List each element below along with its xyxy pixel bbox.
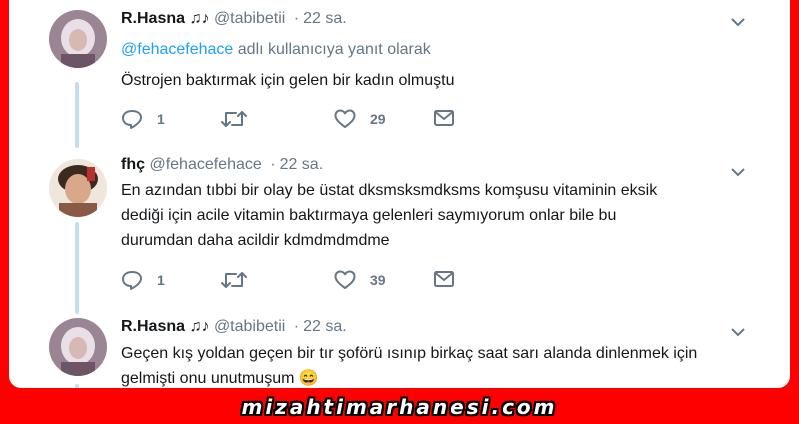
tweet-header: R.Hasna ♫♪ @tabibetii · 22 sa. bbox=[121, 318, 347, 336]
tweet[interactable]: R.Hasna ♫♪ @tabibetii · 22 sa. @fehacefeh… bbox=[9, 10, 790, 140]
chevron-down-icon[interactable] bbox=[731, 14, 745, 27]
tweet-text-line: dediği için acile vitamin baktırmaya gel… bbox=[121, 207, 617, 224]
reply-context-text: adlı kullanıcıya yanıt olarak bbox=[233, 41, 431, 58]
reply-button[interactable]: 1 bbox=[121, 270, 165, 290]
watermark-text: mizahtimarhanesi.com bbox=[241, 395, 558, 419]
name-suffix: ♫♪ bbox=[189, 10, 210, 27]
direct-message-button[interactable] bbox=[433, 270, 455, 288]
display-name[interactable]: R.Hasna bbox=[121, 10, 185, 27]
separator: · bbox=[293, 318, 300, 335]
tweet-text: Geçen kış yoldan geçen bir tır şoförü ıs… bbox=[121, 341, 781, 388]
reply-icon bbox=[122, 271, 142, 290]
timestamp[interactable]: 22 sa. bbox=[280, 156, 324, 173]
tweet-text-line: Geçen kış yoldan geçen bir tır şoförü ıs… bbox=[121, 345, 698, 362]
avatar[interactable] bbox=[49, 318, 107, 376]
reply-count: 1 bbox=[157, 111, 165, 127]
like-count: 29 bbox=[370, 111, 386, 127]
message-icon bbox=[434, 271, 454, 287]
display-name[interactable]: R.Hasna bbox=[121, 318, 185, 335]
retweet-button[interactable] bbox=[221, 109, 247, 129]
avatar[interactable] bbox=[49, 159, 107, 217]
reply-context: @fehacefehace adlı kullanıcıya yanıt ola… bbox=[121, 41, 431, 59]
message-icon bbox=[434, 110, 454, 126]
tweet-text-line: En azından tıbbi bir olay be üstat dksms… bbox=[121, 182, 658, 199]
handle[interactable]: @tabibetii bbox=[214, 318, 285, 335]
timestamp[interactable]: 22 sa. bbox=[303, 10, 347, 27]
like-button[interactable]: 29 bbox=[334, 109, 386, 129]
name-suffix: ♫♪ bbox=[189, 318, 210, 335]
direct-message-button[interactable] bbox=[433, 109, 455, 127]
timestamp[interactable]: 22 sa. bbox=[303, 318, 347, 335]
tweet-text-line: durumdan daha acildir kdmdmdmdme bbox=[121, 232, 390, 249]
separator: · bbox=[293, 10, 300, 27]
tweet[interactable]: fhç @fehacefehace · 22 sa. En azından tıb… bbox=[9, 156, 790, 306]
reply-mention-link[interactable]: @fehacefehace bbox=[121, 41, 233, 58]
like-button[interactable]: 39 bbox=[334, 270, 386, 290]
tweet-text: Östrojen baktırmak için gelen bir kadın … bbox=[121, 68, 761, 93]
chevron-down-icon[interactable] bbox=[731, 324, 745, 337]
watermark-banner: mizahtimarhanesi.com bbox=[0, 390, 799, 421]
tweet[interactable]: R.Hasna ♫♪ @tabibetii · 22 sa. Geçen kış … bbox=[9, 318, 790, 388]
tweet-thread-card: R.Hasna ♫♪ @tabibetii · 22 sa. @fehacefeh… bbox=[9, 0, 790, 388]
reply-icon bbox=[122, 110, 142, 129]
tweet-text: En azından tıbbi bir olay be üstat dksms… bbox=[121, 178, 761, 253]
like-count: 39 bbox=[370, 272, 386, 288]
retweet-icon bbox=[221, 272, 247, 288]
tweet-header: R.Hasna ♫♪ @tabibetii · 22 sa. bbox=[121, 10, 347, 28]
heart-icon bbox=[334, 270, 356, 289]
separator: · bbox=[270, 156, 276, 173]
tweet-text-line: gelmişti onu unutmuşum 😄 bbox=[121, 370, 319, 387]
heart-icon bbox=[334, 109, 356, 128]
tweet-header: fhç @fehacefehace · 22 sa. bbox=[121, 156, 323, 174]
display-name[interactable]: fhç bbox=[121, 156, 145, 173]
chevron-down-icon[interactable] bbox=[731, 164, 745, 177]
handle[interactable]: @tabibetii bbox=[214, 10, 285, 27]
retweet-icon bbox=[221, 111, 247, 127]
handle[interactable]: @fehacefehace bbox=[149, 156, 261, 173]
avatar[interactable] bbox=[49, 10, 107, 68]
retweet-button[interactable] bbox=[221, 270, 247, 290]
reply-button[interactable]: 1 bbox=[121, 109, 165, 129]
reply-count: 1 bbox=[157, 272, 165, 288]
tweet-text-line: Östrojen baktırmak için gelen bir kadın … bbox=[121, 72, 455, 89]
